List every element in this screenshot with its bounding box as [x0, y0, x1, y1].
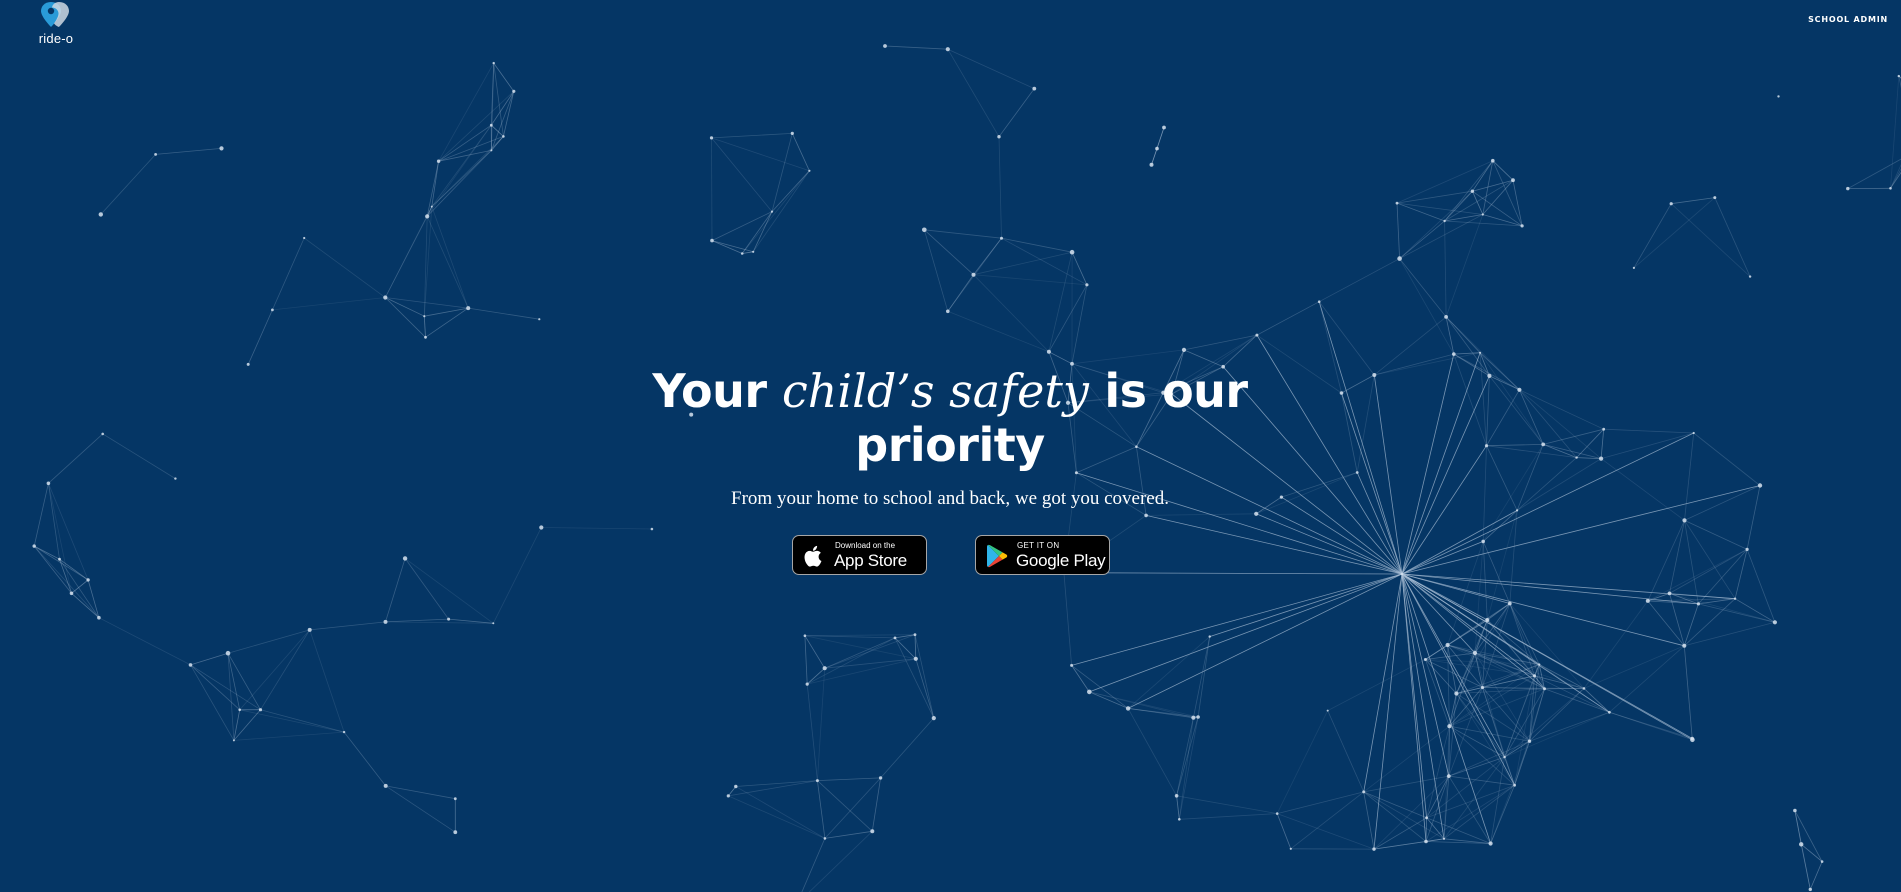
headline-part-2: is our — [1104, 364, 1248, 418]
hero-section: Your child’s safety is our priority From… — [600, 364, 1300, 510]
google-play-small-text: GET IT ON — [1017, 541, 1060, 550]
hero-subheadline: From your home to school and back, we go… — [731, 488, 1169, 509]
school-admin-link[interactable]: SCHOOL ADMIN — [1808, 15, 1888, 24]
ride-o-logo[interactable]: ride-o — [34, 0, 78, 48]
google-play-button[interactable]: GET IT ON Google Play — [975, 535, 1110, 575]
headline-part-3: priority — [855, 418, 1045, 472]
store-buttons: Download on the App Store GET IT ON Goog… — [0, 535, 1901, 576]
app-store-small-text: Download on the — [835, 541, 896, 550]
landing-page: ride-o SCHOOL ADMIN Your child’s safety … — [0, 0, 1901, 892]
headline-part-1: Your — [652, 364, 767, 418]
app-store-button[interactable]: Download on the App Store — [792, 535, 927, 575]
google-play-icon — [987, 544, 1008, 568]
map-pin-logo-icon — [41, 2, 69, 27]
hero-headline: Your child’s safety is our priority — [600, 364, 1300, 472]
apple-icon — [804, 545, 822, 567]
headline-italic: child’s safety — [782, 364, 1089, 418]
logo-wordmark: ride-o — [38, 31, 74, 46]
google-play-big-text: Google Play — [1016, 551, 1106, 570]
app-store-big-text: App Store — [834, 551, 907, 570]
